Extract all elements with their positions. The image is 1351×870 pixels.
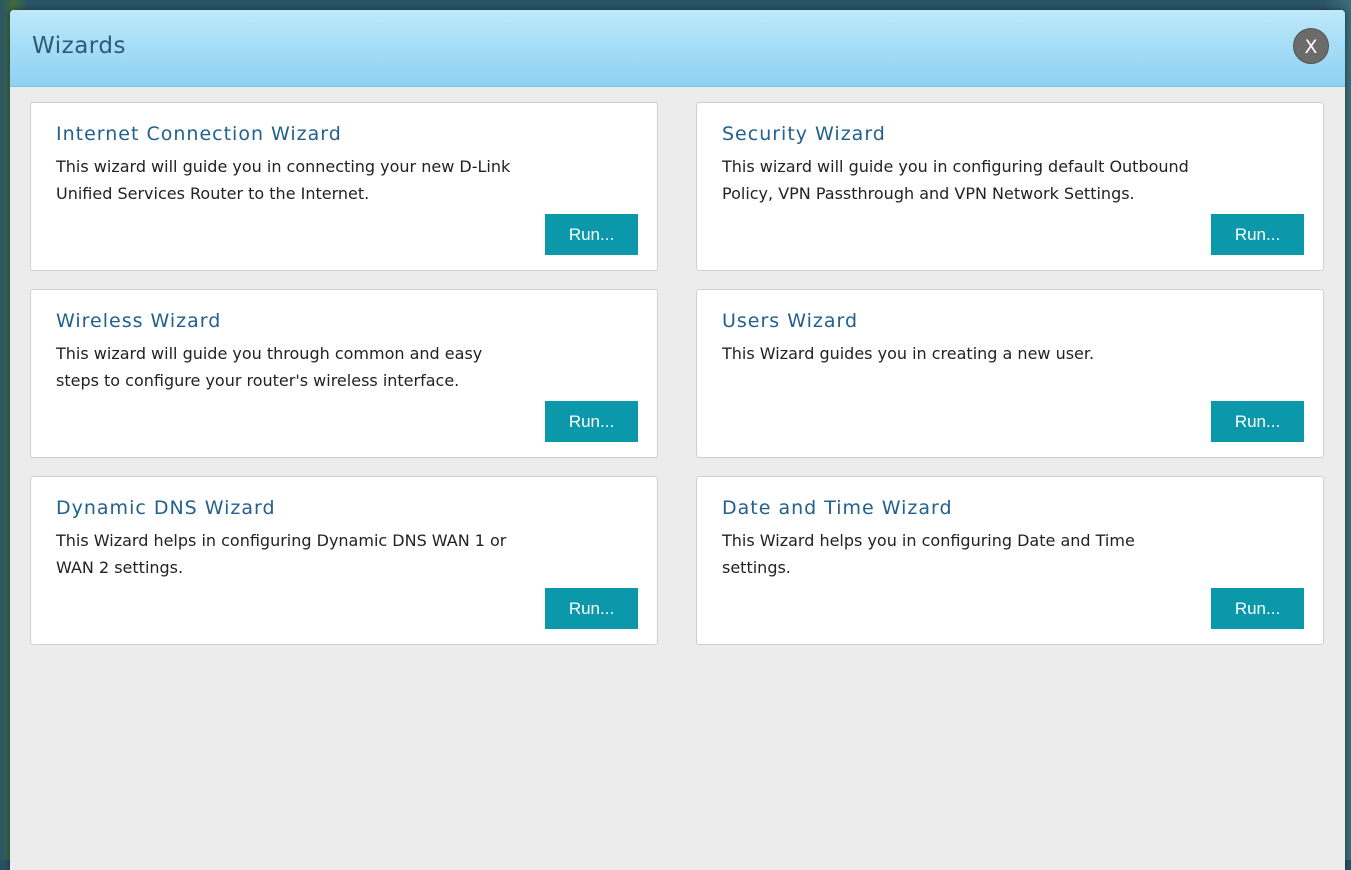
close-button[interactable]: X [1293, 28, 1329, 64]
run-users-wizard-button[interactable]: Run... [1211, 401, 1304, 442]
wizard-title: Date and Time Wizard [722, 497, 953, 519]
wizard-title: Dynamic DNS Wizard [56, 497, 276, 519]
wizard-title: Security Wizard [722, 123, 886, 145]
run-date-and-time-wizard-button[interactable]: Run... [1211, 588, 1304, 629]
wizard-description: This Wizard guides you in creating a new… [722, 344, 1095, 363]
wizard-grid: Internet Connection Wizard This wizard w… [30, 102, 1326, 645]
wizard-title: Internet Connection Wizard [56, 123, 342, 145]
wizards-dialog: Wizards X Internet Connection Wizard Thi… [10, 10, 1345, 870]
wizard-title: Wireless Wizard [56, 310, 222, 332]
wizard-description: This Wizard helps in configuring Dynamic… [56, 531, 507, 577]
wizard-card-security: Security Wizard This wizard will guide y… [696, 102, 1324, 271]
wizard-card-wireless: Wireless Wizard This wizard will guide y… [30, 289, 658, 458]
run-internet-connection-wizard-button[interactable]: Run... [545, 214, 638, 255]
wizard-description: This wizard will guide you in connecting… [56, 157, 511, 203]
run-security-wizard-button[interactable]: Run... [1211, 214, 1304, 255]
wizard-card-internet-connection: Internet Connection Wizard This wizard w… [30, 102, 658, 271]
wizard-card-date-and-time: Date and Time Wizard This Wizard helps y… [696, 476, 1324, 645]
run-wireless-wizard-button[interactable]: Run... [545, 401, 638, 442]
dialog-title: Wizards [32, 33, 126, 59]
run-dynamic-dns-wizard-button[interactable]: Run... [545, 588, 638, 629]
wizard-card-dynamic-dns: Dynamic DNS Wizard This Wizard helps in … [30, 476, 658, 645]
wizard-title: Users Wizard [722, 310, 859, 332]
wizard-description: This wizard will guide you in configurin… [722, 157, 1189, 203]
wizard-card-users: Users Wizard This Wizard guides you in c… [696, 289, 1324, 458]
wizard-description: This Wizard helps you in configuring Dat… [722, 531, 1135, 577]
wizard-description: This wizard will guide you through commo… [56, 344, 483, 390]
dialog-header: Wizards X [10, 10, 1345, 87]
